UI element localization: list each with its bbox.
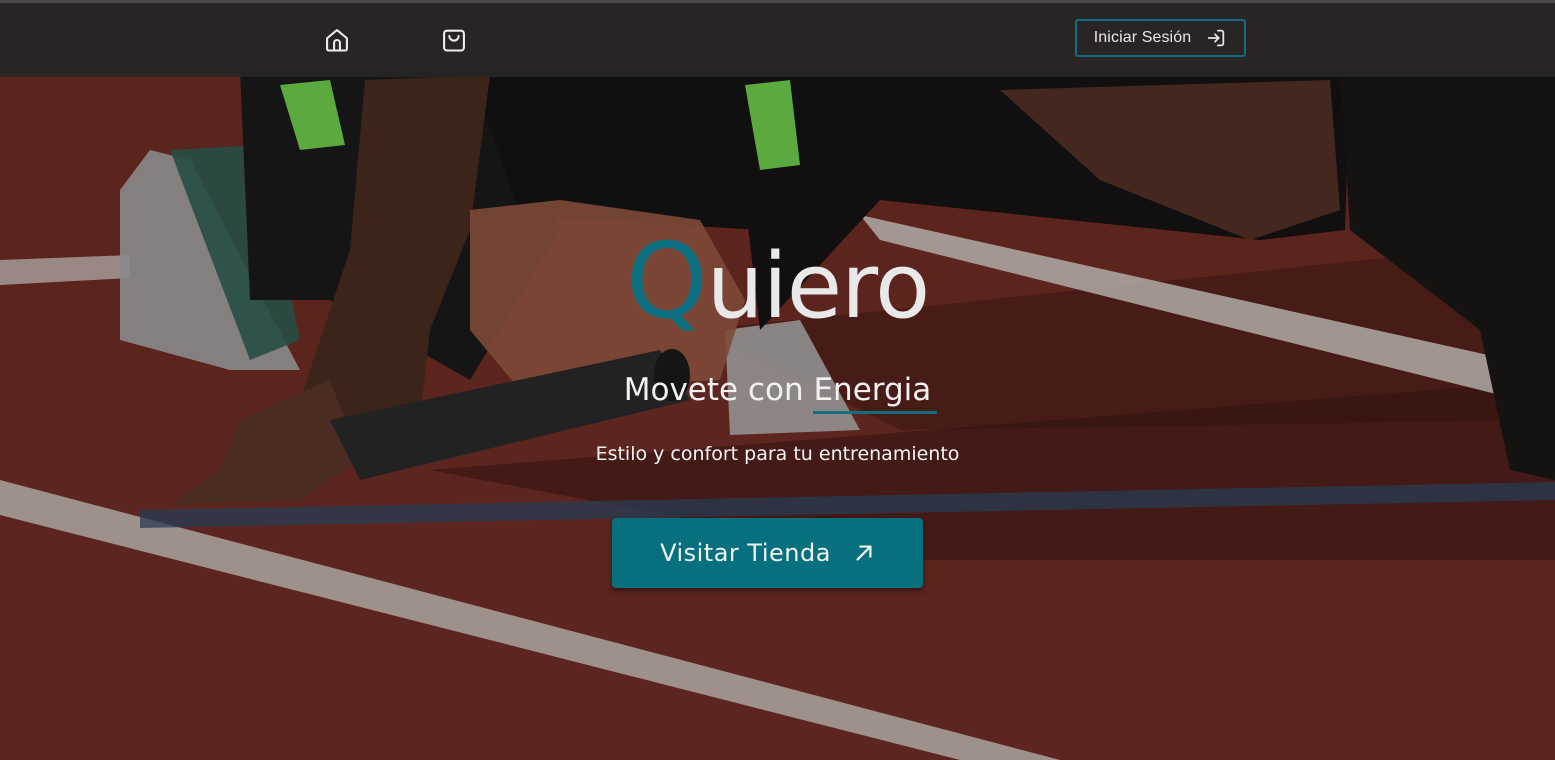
- tagline-prefix: Movete con: [623, 372, 814, 408]
- top-navbar: Iniciar Sesión: [0, 3, 1555, 77]
- shopping-bag-icon[interactable]: [438, 24, 470, 56]
- home-icon[interactable]: [321, 24, 353, 56]
- hero-subtitle: Estilo y confort para tu entrenamiento: [595, 443, 960, 465]
- login-button[interactable]: Iniciar Sesión: [1075, 19, 1246, 57]
- brand-logo-q: Q: [625, 220, 708, 342]
- brand-logo-rest: uiero: [706, 234, 931, 339]
- hero-tagline: Movete con Energia: [0, 369, 1555, 414]
- visit-store-label: Visitar Tienda: [660, 539, 831, 567]
- login-button-label: Iniciar Sesión: [1093, 29, 1192, 46]
- visit-store-button[interactable]: Visitar Tienda: [612, 518, 923, 588]
- login-arrow-icon: [1208, 29, 1225, 47]
- tagline-accent: Energia: [813, 369, 938, 414]
- window-top-border: [0, 0, 1555, 3]
- arrow-up-right-icon: [856, 545, 872, 561]
- hero-content: Quiero Movete con Energia Estilo y confo…: [0, 0, 1555, 760]
- brand-logo: Quiero: [0, 226, 1555, 342]
